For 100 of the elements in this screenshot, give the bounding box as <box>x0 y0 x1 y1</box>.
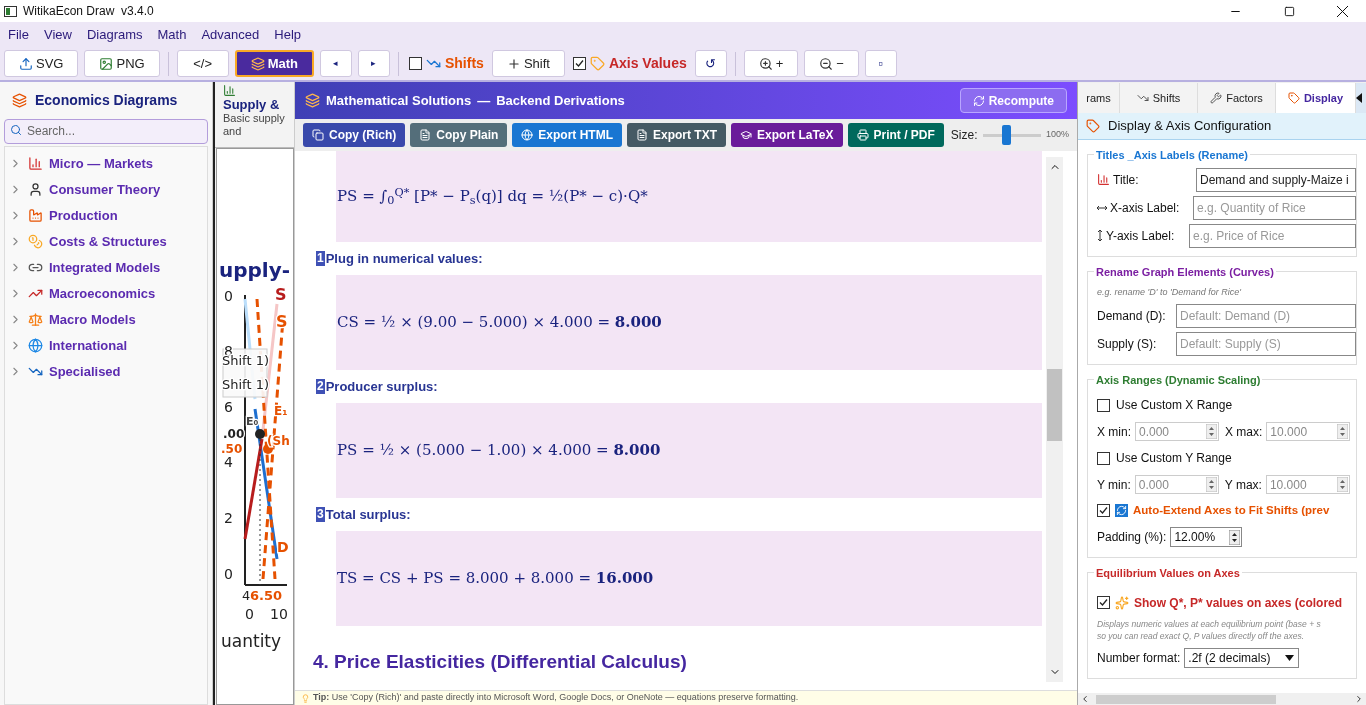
field-label: Y min: <box>1097 476 1131 494</box>
text-field[interactable]: Demand and supply-Maize i <box>1196 167 1356 192</box>
horizontal-arrow-icon <box>1097 204 1107 211</box>
field-label: Y max: <box>1224 476 1262 494</box>
bar-chart-icon <box>28 156 43 171</box>
step-number: 1 <box>316 251 325 266</box>
field-label: X-axis Label: <box>1110 199 1181 217</box>
tree-item[interactable]: Macro Models <box>49 309 136 330</box>
toolbar-button[interactable]: ▸ <box>358 50 390 77</box>
maximize-icon[interactable] <box>1284 5 1295 17</box>
chart-label: 0 <box>245 606 254 622</box>
app-icon <box>4 5 17 17</box>
checkbox-label: Use Custom X Range <box>1116 397 1233 414</box>
image-icon <box>99 56 114 71</box>
toolbar-button[interactable]: PNG <box>84 50 160 77</box>
input-field[interactable]: Default: Demand (D) <box>1176 303 1356 328</box>
scales-icon <box>28 312 43 327</box>
field-label: Y-axis Label: <box>1106 227 1176 245</box>
tag-icon <box>1086 119 1100 133</box>
section-heading: 4. Price Elasticities (Differential Calculus) <box>313 650 688 674</box>
tab-scroll-left-button[interactable] <box>1356 83 1366 113</box>
chart-label: 6.50 <box>250 588 283 603</box>
number-field[interactable]: 10.000 <box>1266 422 1351 441</box>
checkbox[interactable] <box>572 57 586 70</box>
toggle-label[interactable]: Axis Values <box>608 53 687 74</box>
scrollbar[interactable] <box>1046 157 1063 682</box>
menu-item[interactable]: Diagrams <box>86 24 143 45</box>
checkbox-label: Show Q*, P* values on axes (colored <box>1134 594 1343 612</box>
tree-item[interactable]: Specialised <box>49 361 121 382</box>
checkbox[interactable] <box>1097 398 1110 412</box>
input-field[interactable]: e.g. Price of Rice <box>1189 223 1356 248</box>
hint-text: Displays numeric values at each equilibrium point (base + s <box>1097 617 1322 630</box>
document-icon <box>636 129 649 141</box>
export-button[interactable]: Copy (Rich) <box>303 123 406 147</box>
toolbar-button[interactable]: + <box>743 50 799 77</box>
input-field[interactable]: Default: Supply (S) <box>1176 331 1356 356</box>
export-button[interactable]: Copy Plain <box>410 123 508 147</box>
menu-item[interactable]: View <box>43 24 72 45</box>
toolbar-button[interactable]: SVG <box>4 50 79 77</box>
toolbar-button[interactable]: Math <box>234 50 314 77</box>
left-arrow-icon <box>1356 93 1362 103</box>
menu-item[interactable]: File <box>8 24 29 45</box>
chart-label: S <box>275 285 287 304</box>
input-field[interactable]: e.g. Quantity of Rice <box>1193 195 1356 220</box>
spinner-icon[interactable] <box>1229 529 1241 545</box>
search-field[interactable]: Search... <box>4 118 208 144</box>
export-button[interactable]: Export LaTeX <box>731 123 843 147</box>
number-field[interactable]: 10.000 <box>1265 475 1350 494</box>
number-field[interactable]: 0.000 <box>1135 422 1219 441</box>
tag-icon <box>589 56 605 71</box>
field-label: Supply (S): <box>1097 335 1158 353</box>
menu-item[interactable]: Help <box>274 24 301 45</box>
size-slider[interactable] <box>982 125 1041 145</box>
graduation-cap-icon <box>740 129 753 141</box>
tree-item[interactable]: Production <box>49 205 118 226</box>
checkbox[interactable] <box>1097 451 1110 465</box>
slider-thumb[interactable] <box>1001 125 1011 145</box>
toolbar-button[interactable]: ↺ <box>694 50 727 77</box>
menu-item[interactable]: Advanced <box>201 24 260 45</box>
chart-label: 0 <box>224 566 233 582</box>
toolbar-button[interactable]: </> <box>176 50 229 77</box>
fit-button[interactable]: ▫ <box>864 50 897 77</box>
toolbar-button[interactable]: − <box>804 50 859 77</box>
scroll-right-icon[interactable] <box>1354 694 1364 704</box>
format-dropdown[interactable]: .2f (2 decimals) <box>1184 647 1300 668</box>
tab[interactable]: Display <box>1276 83 1356 113</box>
close-icon[interactable] <box>1337 5 1348 17</box>
checkbox-label: Auto-Extend Axes to Fit Shifts (prev <box>1133 503 1330 518</box>
tree-item[interactable]: International <box>49 335 127 356</box>
scrollbar-thumb[interactable] <box>1047 369 1062 441</box>
tree-item[interactable]: Micro — Markets <box>49 153 154 174</box>
number-field[interactable]: 12.00% <box>1170 527 1243 548</box>
factory-icon <box>28 208 43 223</box>
size-value: 100% <box>1045 128 1069 142</box>
step-label: Producer surplus: <box>325 377 438 396</box>
checkbox[interactable] <box>1097 596 1110 610</box>
menu-item[interactable]: Math <box>157 24 187 45</box>
field-label: Demand (D): <box>1097 307 1167 325</box>
export-button[interactable]: Print / PDF <box>847 123 944 147</box>
tree-item[interactable]: Macroeconomics <box>49 283 156 304</box>
tree-item[interactable]: Integrated Models <box>49 257 161 278</box>
export-button[interactable]: Export TXT <box>627 123 727 147</box>
number-field[interactable]: 0.000 <box>1134 475 1219 494</box>
size-label: Size: <box>950 127 978 144</box>
tree-item[interactable]: Costs & Structures <box>49 231 167 252</box>
toolbar-button[interactable]: Shift <box>491 50 565 77</box>
checkbox[interactable] <box>1097 504 1110 518</box>
scroll-left-icon[interactable] <box>1080 694 1090 704</box>
checkbox-label: Use Custom Y Range <box>1116 450 1232 467</box>
tree-item[interactable]: Consumer Theory <box>49 179 161 200</box>
upload-icon <box>19 56 33 71</box>
chart-label: 6 <box>224 399 233 415</box>
panel-heading: Display & Axis Configuration <box>1108 117 1272 136</box>
step-label: Total surplus: <box>325 505 411 524</box>
toolbar-button[interactable]: ◂ <box>320 50 352 77</box>
formula-text: CS = ½ × (9.00 − 5.000) × 4.000 = 8.000 <box>337 312 662 334</box>
chart-label: upply- <box>219 258 291 282</box>
export-button[interactable]: Export HTML <box>512 123 623 147</box>
checkbox[interactable] <box>409 57 422 70</box>
recompute-button[interactable]: Recompute <box>959 88 1067 113</box>
